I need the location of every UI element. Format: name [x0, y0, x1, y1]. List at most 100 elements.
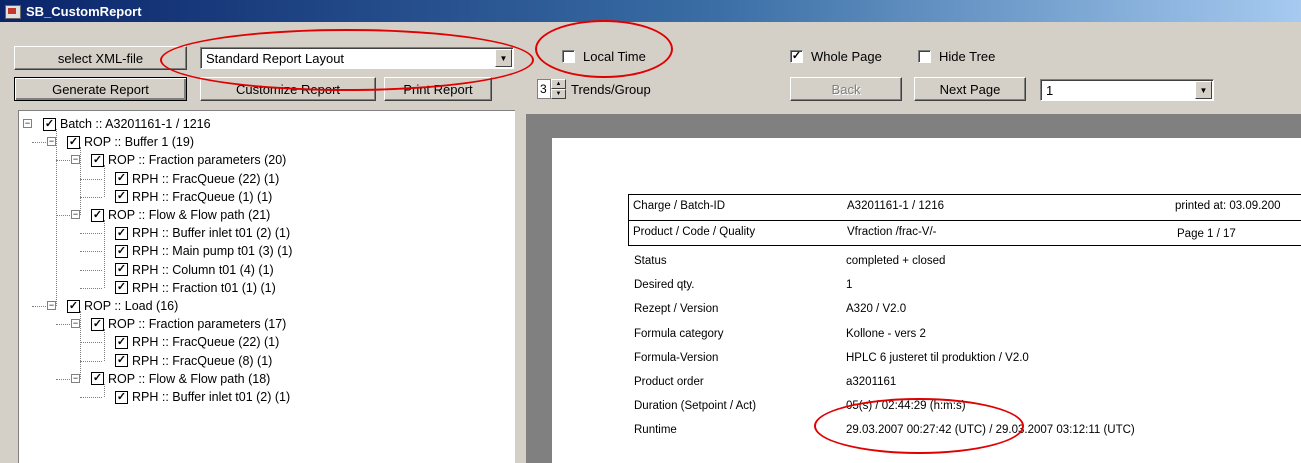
tree-node[interactable]: ✓ ROP :: Fraction parameters (17): [91, 315, 286, 333]
whole-page-box[interactable]: ✓: [790, 50, 803, 63]
tree-node[interactable]: ✓ RPH :: Fraction t01 (1) (1): [115, 279, 276, 297]
tree-connector: [80, 311, 81, 379]
printed-at: printed at: 03.09.200: [1175, 200, 1281, 212]
tree-node-label: ROP :: Fraction parameters (17): [108, 317, 287, 332]
tree-node[interactable]: ✓ RPH :: FracQueue (1) (1): [115, 188, 272, 206]
tree-checkbox[interactable]: ✓: [115, 263, 128, 277]
page-dropdown[interactable]: 1 ▼: [1040, 79, 1214, 101]
collapse-icon[interactable]: −: [23, 119, 32, 128]
tree-checkbox[interactable]: ✓: [115, 335, 128, 349]
report-row-value: Kollone - vers 2: [846, 327, 926, 340]
client-area: select XML-file Standard Report Layout ▼…: [0, 20, 1301, 463]
spinner-buttons[interactable]: ▲ ▼: [551, 79, 566, 99]
tree-checkbox[interactable]: ✓: [115, 281, 128, 295]
report-row-label: Status: [634, 255, 667, 267]
tree-checkbox[interactable]: ✓: [115, 354, 128, 368]
generate-report-button[interactable]: Generate Report: [14, 77, 187, 101]
collapse-icon[interactable]: −: [47, 137, 56, 147]
tree-connector: [80, 269, 102, 271]
tree-connector: [80, 251, 102, 253]
hide-tree-box[interactable]: [918, 50, 931, 63]
chevron-down-icon[interactable]: ▼: [495, 49, 512, 67]
chevron-down-icon[interactable]: ▼: [1195, 81, 1212, 99]
report-row-label: Formula category: [634, 327, 724, 340]
tree-checkbox[interactable]: ✓: [115, 244, 128, 258]
tree-node-label: ROP :: Buffer 1 (19): [84, 135, 195, 150]
tree-connector: [80, 196, 102, 198]
tree-checkbox[interactable]: ✓: [115, 190, 128, 204]
page-indicator: Page 1 / 17: [1177, 228, 1236, 240]
collapse-icon[interactable]: −: [71, 210, 80, 219]
local-time-label: Local Time: [583, 49, 646, 64]
batch-label: Charge / Batch-ID: [633, 200, 726, 212]
local-time-box[interactable]: [562, 50, 575, 63]
tree-checkbox[interactable]: ✓: [91, 372, 104, 386]
trends-label: Trends/Group: [571, 81, 651, 97]
hide-tree-label: Hide Tree: [939, 49, 996, 64]
trends-value[interactable]: 3: [537, 79, 551, 99]
tree-node[interactable]: ✓ RPH :: Buffer inlet t01 (2) (1): [115, 224, 290, 242]
tree-connector: [104, 220, 105, 288]
report-row-label: Product order: [634, 376, 704, 388]
report-row-label: Formula-Version: [634, 351, 719, 364]
report-row-value: a3201161: [846, 376, 897, 388]
report-tree[interactable]: − ✓ Batch :: A3201161-1 / 1216− ✓ ROP :: Buf…: [18, 110, 515, 463]
collapse-icon[interactable]: −: [71, 155, 80, 165]
customize-report-button[interactable]: Customize Report: [200, 77, 376, 101]
tree-node[interactable]: ✓ RPH :: Main pump t01 (3) (1): [115, 242, 292, 260]
back-button[interactable]: Back: [790, 77, 902, 101]
window-title: SB_CustomReport: [26, 3, 142, 19]
tree-checkbox[interactable]: ✓: [115, 390, 128, 404]
report-row-label: Runtime: [634, 424, 677, 437]
layout-dropdown[interactable]: Standard Report Layout ▼: [200, 47, 514, 69]
tree-checkbox[interactable]: ✓: [115, 226, 128, 240]
local-time-checkbox[interactable]: Local Time: [562, 49, 646, 64]
trends-spinner[interactable]: 3 ▲ ▼ Trends/Group: [537, 79, 651, 99]
tree-node-label: RPH :: Main pump t01 (3) (1): [132, 244, 293, 259]
tree-connector: [80, 397, 102, 398]
tree-connector: [80, 287, 102, 289]
tree-node[interactable]: ✓ RPH :: Buffer inlet t01 (2) (1): [115, 388, 290, 406]
hide-tree-checkbox[interactable]: Hide Tree: [918, 49, 995, 64]
tree-checkbox[interactable]: ✓: [67, 299, 80, 313]
tree-node[interactable]: ✓ Batch :: A3201161-1 / 1216: [43, 115, 211, 133]
tree-node[interactable]: ✓ ROP :: Flow & Flow path (18): [91, 370, 270, 388]
tree-checkbox[interactable]: ✓: [43, 117, 56, 131]
collapse-icon[interactable]: −: [71, 373, 80, 383]
spin-up-icon[interactable]: ▲: [551, 79, 566, 89]
tree-connector: [104, 329, 105, 361]
tree-node[interactable]: ✓ ROP :: Flow & Flow path (21): [91, 206, 270, 224]
next-page-button[interactable]: Next Page: [914, 77, 1026, 101]
report-row-value: completed + closed: [846, 255, 946, 267]
spin-down-icon[interactable]: ▼: [551, 89, 566, 99]
tree-connector: [80, 233, 102, 235]
select-xml-button[interactable]: select XML-file: [14, 46, 187, 70]
tree-node-label: Batch :: A3201161-1 / 1216: [60, 117, 211, 131]
tree-node[interactable]: ✓ ROP :: Buffer 1 (19): [67, 133, 194, 151]
tree-checkbox[interactable]: ✓: [91, 208, 104, 222]
tree-checkbox[interactable]: ✓: [115, 172, 128, 186]
tree-checkbox[interactable]: ✓: [67, 135, 80, 149]
tree-node[interactable]: ✓ RPH :: Column t01 (4) (1): [115, 261, 274, 279]
tree-checkbox[interactable]: ✓: [91, 153, 104, 167]
report-row-value: 29.03.2007 00:27:42 (UTC) / 29.03.2007 0…: [846, 424, 1135, 437]
tree-checkbox[interactable]: ✓: [91, 317, 104, 331]
batch-value: A3201161-1 / 1216: [847, 200, 944, 212]
tree-node[interactable]: ✓ ROP :: Fraction parameters (20): [91, 151, 286, 169]
whole-page-checkbox[interactable]: ✓ Whole Page: [790, 49, 882, 64]
tree-node-label: ROP :: Load (16): [84, 299, 179, 313]
tree-node[interactable]: ✓ RPH :: FracQueue (22) (1): [115, 333, 279, 351]
report-row-value: A320 / V2.0: [846, 303, 907, 316]
tree-node[interactable]: ✓ RPH :: FracQueue (8) (1): [115, 352, 272, 370]
collapse-icon[interactable]: −: [47, 301, 56, 310]
tree-node[interactable]: ✓ ROP :: Load (16): [67, 297, 178, 315]
layout-dropdown-value: Standard Report Layout: [206, 50, 345, 66]
tree-node[interactable]: ✓ RPH :: FracQueue (22) (1): [115, 170, 279, 188]
app-icon: [4, 3, 21, 19]
tree-node-label: RPH :: Column t01 (4) (1): [132, 262, 274, 277]
tree-connector: [80, 178, 102, 180]
print-report-button[interactable]: Print Report: [384, 77, 492, 101]
tree-node-label: ROP :: Fraction parameters (20): [108, 153, 287, 168]
tree-connector: [56, 129, 57, 306]
collapse-icon[interactable]: −: [71, 319, 80, 329]
